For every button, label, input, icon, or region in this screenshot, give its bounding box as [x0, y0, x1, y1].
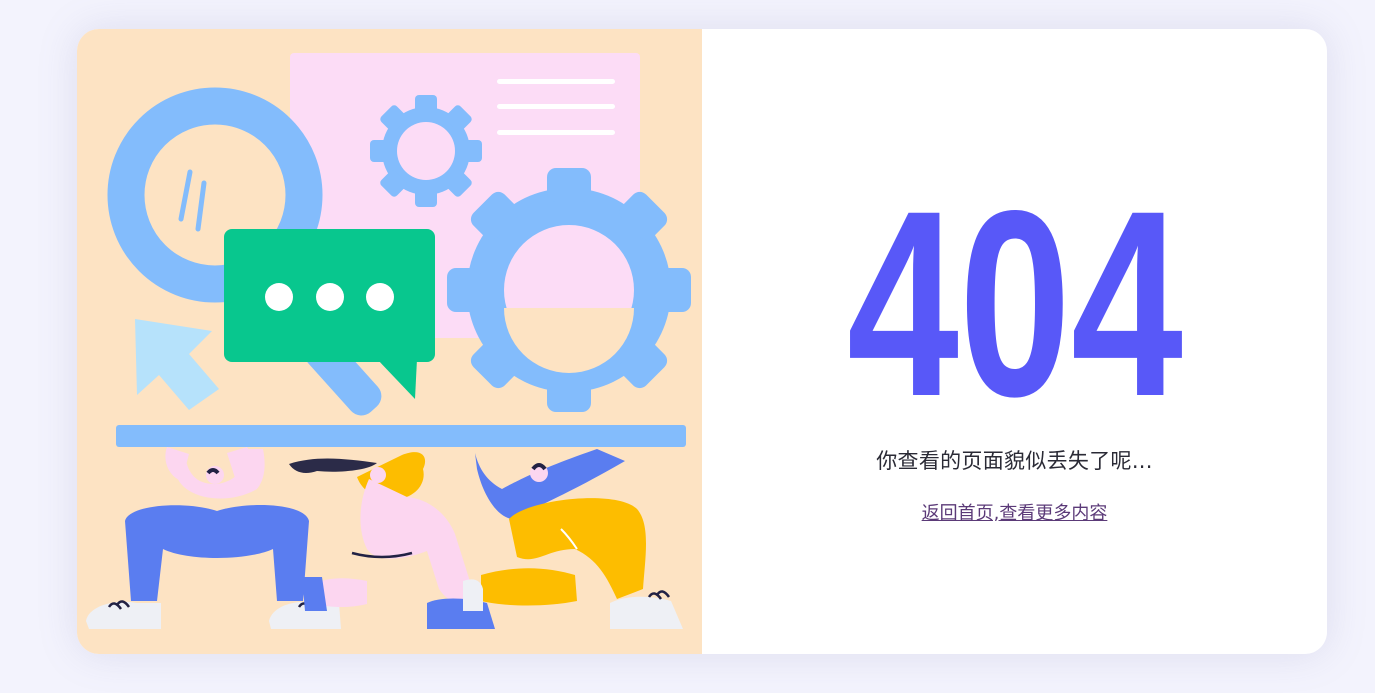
error-code-heading: 404 — [702, 187, 1327, 417]
big-gear-icon — [447, 168, 691, 412]
error-message: 你查看的页面貌似丢失了呢... — [876, 449, 1153, 473]
home-link[interactable]: 返回首页,查看更多内容 — [702, 499, 1327, 525]
error-code-text: 404 — [847, 187, 1184, 417]
small-gear-icon — [370, 95, 482, 207]
person-left — [86, 447, 341, 629]
error-card: 404 你查看的页面貌似丢失了呢... 返回首页,查看更多内容 — [77, 29, 1327, 654]
shelf-bar — [116, 425, 686, 447]
person-right — [463, 449, 683, 629]
cursor-arrow-icon — [135, 319, 219, 410]
error-content: 404 你查看的页面貌似丢失了呢... 返回首页,查看更多内容 — [702, 29, 1327, 654]
error-illustration — [77, 29, 702, 654]
